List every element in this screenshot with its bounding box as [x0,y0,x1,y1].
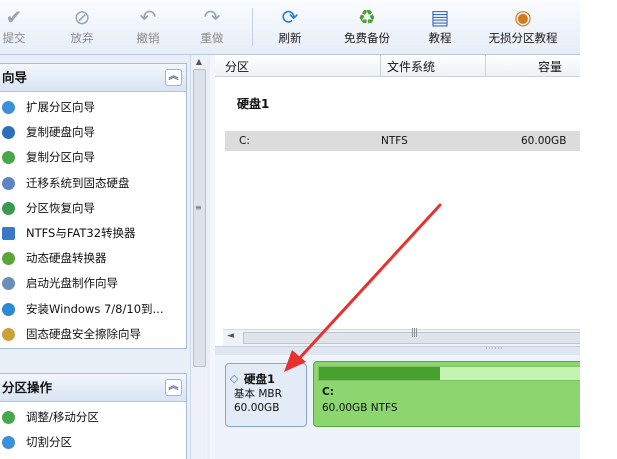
toolbar: ✔ 提交 ⊘ 放弃 ↶ 撤销 ↷ 重做 ⟳ 刷新 ♻ 免费备份 ▤ 教程 ◉ 无… [0,0,580,55]
backup-icon: ♻ [358,5,376,29]
discard-icon: ⊘ [73,5,91,29]
tutorial-icon: ▤ [430,5,450,29]
tutorial-button[interactable]: ▤ 教程 [418,4,462,50]
lossless-tutorial-button[interactable]: ◉ 无损分区教程 [480,4,566,50]
partition-assistant-window: ✔ 提交 ⊘ 放弃 ↶ 撤销 ↷ 重做 ⟳ 刷新 ♻ 免费备份 ▤ 教程 ◉ 无… [0,0,580,459]
undo-icon: ↶ [139,5,157,29]
row-partition: C: [239,135,250,147]
windows-icon [2,302,15,316]
partition-ops-header[interactable]: 分区操作 ︽ [0,374,186,402]
toolbar-separator [252,8,253,46]
ssd-erase-icon [2,327,15,341]
scroll-left-icon[interactable]: ◄ [227,331,234,341]
wizard-item-dynamic-disk[interactable]: 动态硬盘转换器 [0,246,186,271]
column-divider [380,55,381,76]
scrollbar-thumb[interactable] [193,69,206,367]
boot-disc-icon [2,277,15,291]
partition-block-letter: C: [322,386,334,398]
collapse-icon[interactable]: ︽ [165,69,182,86]
wizard-item-copy-disk[interactable]: 复制硬盘向导 [0,120,186,145]
lossless-tutorial-icon: ◉ [514,5,532,29]
redo-button[interactable]: ↷ 重做 [190,4,234,50]
disk-group-label: 硬盘1 [237,97,270,111]
collapse-icon[interactable]: ︽ [165,379,182,396]
main-content: 分区 文件系统 容量 硬盘1 C: NTFS 60.00GB ◄ ||| ⋯⋯ … [215,55,580,459]
copy-disk-icon [2,126,15,140]
wizard-item-install-windows[interactable]: 安装Windows 7/8/10到... [0,297,186,322]
disk-card-size: 60.00GB [234,402,280,414]
usage-bar [318,366,580,381]
left-sidebar: 向导 ︽ 扩展分区向导 复制硬盘向导 复制分区向导 迁移系统到固态硬盘 分区恢复… [0,55,210,459]
scroll-up-icon[interactable]: ▲ [191,55,207,69]
disk-card-type: 基本 MBR [234,388,282,400]
migrate-os-icon [2,176,15,190]
wizard-item-ntfs-fat32[interactable]: NTFS与FAT32转换器 [0,221,186,246]
wizard-item-partition-recovery[interactable]: 分区恢复向导 [0,196,186,221]
partition-ops-panel: 分区操作 ︽ 调整/移动分区 切割分区 [0,373,187,459]
copy-partition-icon [2,151,15,165]
row-filesystem: NTFS [381,135,408,147]
disk-card[interactable]: ◇ 硬盘1 基本 MBR 60.00GB [225,363,307,427]
wizard-panel: 向导 ︽ 扩展分区向导 复制硬盘向导 复制分区向导 迁移系统到固态硬盘 分区恢复… [0,63,187,349]
split-partition-icon [2,436,15,450]
sidebar-scrollbar[interactable]: ▲ ≡ [190,55,207,459]
redo-icon: ↷ [203,5,221,29]
op-item-resize-move[interactable]: 调整/移动分区 [0,405,186,430]
grip-icon: ||| [411,328,418,338]
wizard-item-extend-partition[interactable]: 扩展分区向导 [0,95,186,120]
discard-button[interactable]: ⊘ 放弃 [60,4,104,50]
splitter-grip-icon: ⋯⋯ [485,344,503,354]
row-capacity: 60.00GB [521,135,567,147]
disk-map: ◇ 硬盘1 基本 MBR 60.00GB C: 60.00GB NTFS [215,355,580,459]
horizontal-scrollbar[interactable]: ◄ ||| [223,328,580,346]
wizard-item-boot-disc[interactable]: 启动光盘制作向导 [0,271,186,296]
partition-ops-list: 调整/移动分区 切割分区 [0,402,186,455]
column-divider [485,55,486,76]
refresh-icon: ⟳ [281,5,299,29]
partition-recovery-icon [2,201,15,215]
dynamic-disk-icon [2,252,15,266]
commit-button[interactable]: ✔ 提交 [0,4,36,50]
wizard-panel-header[interactable]: 向导 ︽ [0,64,186,92]
partition-block-c[interactable]: C: 60.00GB NTFS [313,361,580,427]
undo-button[interactable]: ↶ 撤销 [126,4,170,50]
usage-bar-fill [319,367,441,380]
wizard-item-migrate-os[interactable]: 迁移系统到固态硬盘 [0,171,186,196]
column-capacity[interactable]: 容量 [538,58,562,75]
op-item-split[interactable]: 切割分区 [0,430,186,455]
table-row[interactable]: C: NTFS 60.00GB [225,131,580,151]
column-filesystem[interactable]: 文件系统 [387,58,435,75]
column-header: 分区 文件系统 容量 [215,55,580,77]
wizard-item-ssd-erase[interactable]: 固态硬盘安全擦除向导 [0,322,186,347]
column-partition[interactable]: 分区 [225,58,249,75]
partition-block-info: 60.00GB NTFS [322,402,398,414]
free-backup-button[interactable]: ♻ 免费备份 [336,4,398,50]
resize-move-icon [2,411,15,424]
disk-card-title: 硬盘1 [244,372,276,386]
checkmark-icon: ✔ [5,5,23,29]
extend-partition-icon [2,101,15,114]
wizard-item-copy-partition[interactable]: 复制分区向导 [0,145,186,170]
disk-icon: ◇ [230,372,239,385]
ntfs-fat32-icon [2,226,15,240]
refresh-button[interactable]: ⟳ 刷新 [268,4,312,50]
grip-icon: ≡ [195,203,202,212]
wizard-list: 扩展分区向导 复制硬盘向导 复制分区向导 迁移系统到固态硬盘 分区恢复向导 NT… [0,92,186,347]
